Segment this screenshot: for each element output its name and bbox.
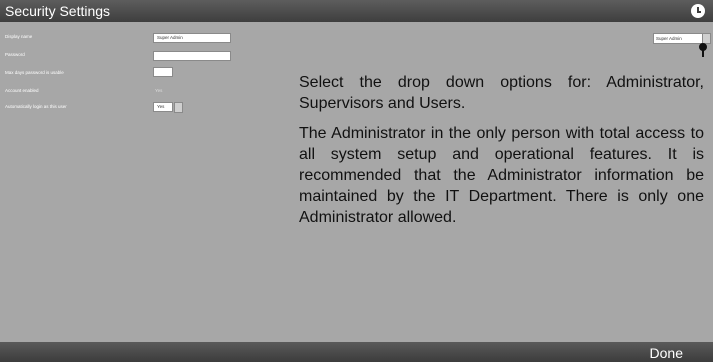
title-bar: Security Settings bbox=[0, 0, 713, 22]
auto-login-dropdown-button[interactable] bbox=[174, 102, 183, 113]
auto-login-select[interactable]: Yes bbox=[153, 102, 183, 113]
auto-login-value: Yes bbox=[157, 104, 165, 109]
max-days-label: Max days password is usable bbox=[5, 70, 64, 75]
instruction-text-1: Select the drop down options for: Admini… bbox=[299, 74, 704, 112]
max-days-field[interactable] bbox=[153, 67, 173, 77]
password-field[interactable] bbox=[153, 51, 231, 61]
instruction-text-2: The Administrator in the only person wit… bbox=[299, 125, 704, 226]
done-button[interactable]: Done bbox=[650, 344, 683, 362]
account-enabled-label: Account enabled bbox=[5, 88, 39, 93]
callout-pointer-line bbox=[702, 47, 704, 57]
user-select-value: Super Admin bbox=[656, 36, 682, 41]
security-settings-screen: Security Settings Display name Super Adm… bbox=[0, 0, 713, 362]
display-name-field[interactable]: Super Admin bbox=[153, 33, 231, 43]
instruction-paragraph-2: The Administrator in the only person wit… bbox=[299, 123, 704, 228]
instruction-paragraph-1: Select the drop down options for: Admini… bbox=[299, 72, 704, 114]
clock-icon[interactable] bbox=[691, 4, 705, 18]
bottom-bar: Done bbox=[0, 342, 713, 362]
account-enabled-value: Yes bbox=[155, 88, 163, 93]
password-label: Password bbox=[5, 52, 25, 57]
display-name-label: Display name bbox=[5, 34, 33, 39]
window-title: Security Settings bbox=[5, 3, 111, 19]
user-select-dropdown[interactable]: Super Admin bbox=[653, 33, 711, 44]
auto-login-label: Automatically login as this user bbox=[5, 104, 67, 109]
